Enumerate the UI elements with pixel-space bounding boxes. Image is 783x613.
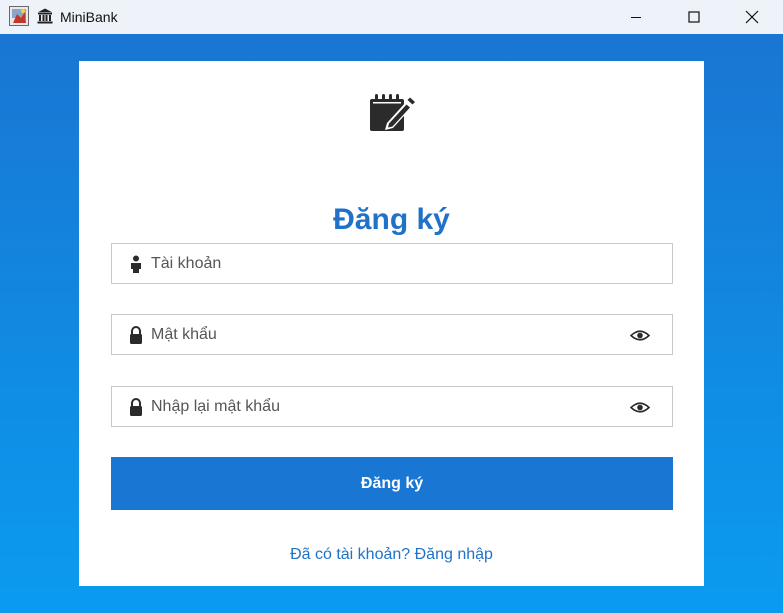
- title-bar[interactable]: MiniBank: [0, 0, 783, 34]
- register-note-icon: [370, 94, 415, 131]
- eye-icon[interactable]: [630, 329, 650, 342]
- user-icon: [131, 255, 141, 273]
- register-card: Đăng ký Tài khoản Đăng ký Đã có tài khoả…: [79, 61, 704, 586]
- lock-icon: [130, 398, 142, 416]
- close-button[interactable]: [723, 0, 781, 34]
- window-title: MiniBank: [60, 9, 118, 25]
- username-field[interactable]: [111, 243, 673, 284]
- minimize-button[interactable]: [607, 0, 665, 34]
- content-background: Đăng ký Tài khoản Đăng ký Đã có tài khoả…: [0, 34, 783, 613]
- bank-icon: [37, 8, 53, 24]
- page-title: Đăng ký: [333, 203, 450, 236]
- password-input[interactable]: [151, 315, 621, 354]
- confirm-password-input[interactable]: [151, 387, 621, 426]
- lock-icon: [130, 326, 142, 344]
- eye-icon[interactable]: [630, 401, 650, 414]
- confirm-password-field[interactable]: [111, 386, 673, 427]
- maximize-button[interactable]: [665, 0, 723, 34]
- minimize-icon: [631, 17, 641, 18]
- java-app-icon[interactable]: [9, 6, 29, 26]
- login-link[interactable]: Đã có tài khoản? Đăng nhập: [79, 545, 704, 565]
- username-input[interactable]: [151, 244, 621, 283]
- maximize-icon: [688, 11, 700, 23]
- close-icon: [745, 10, 759, 24]
- app-window: MiniBank Đăng ký Tài khoản Đăng ký Đã có…: [0, 0, 783, 613]
- password-field[interactable]: [111, 314, 673, 355]
- register-button[interactable]: Đăng ký: [111, 457, 673, 510]
